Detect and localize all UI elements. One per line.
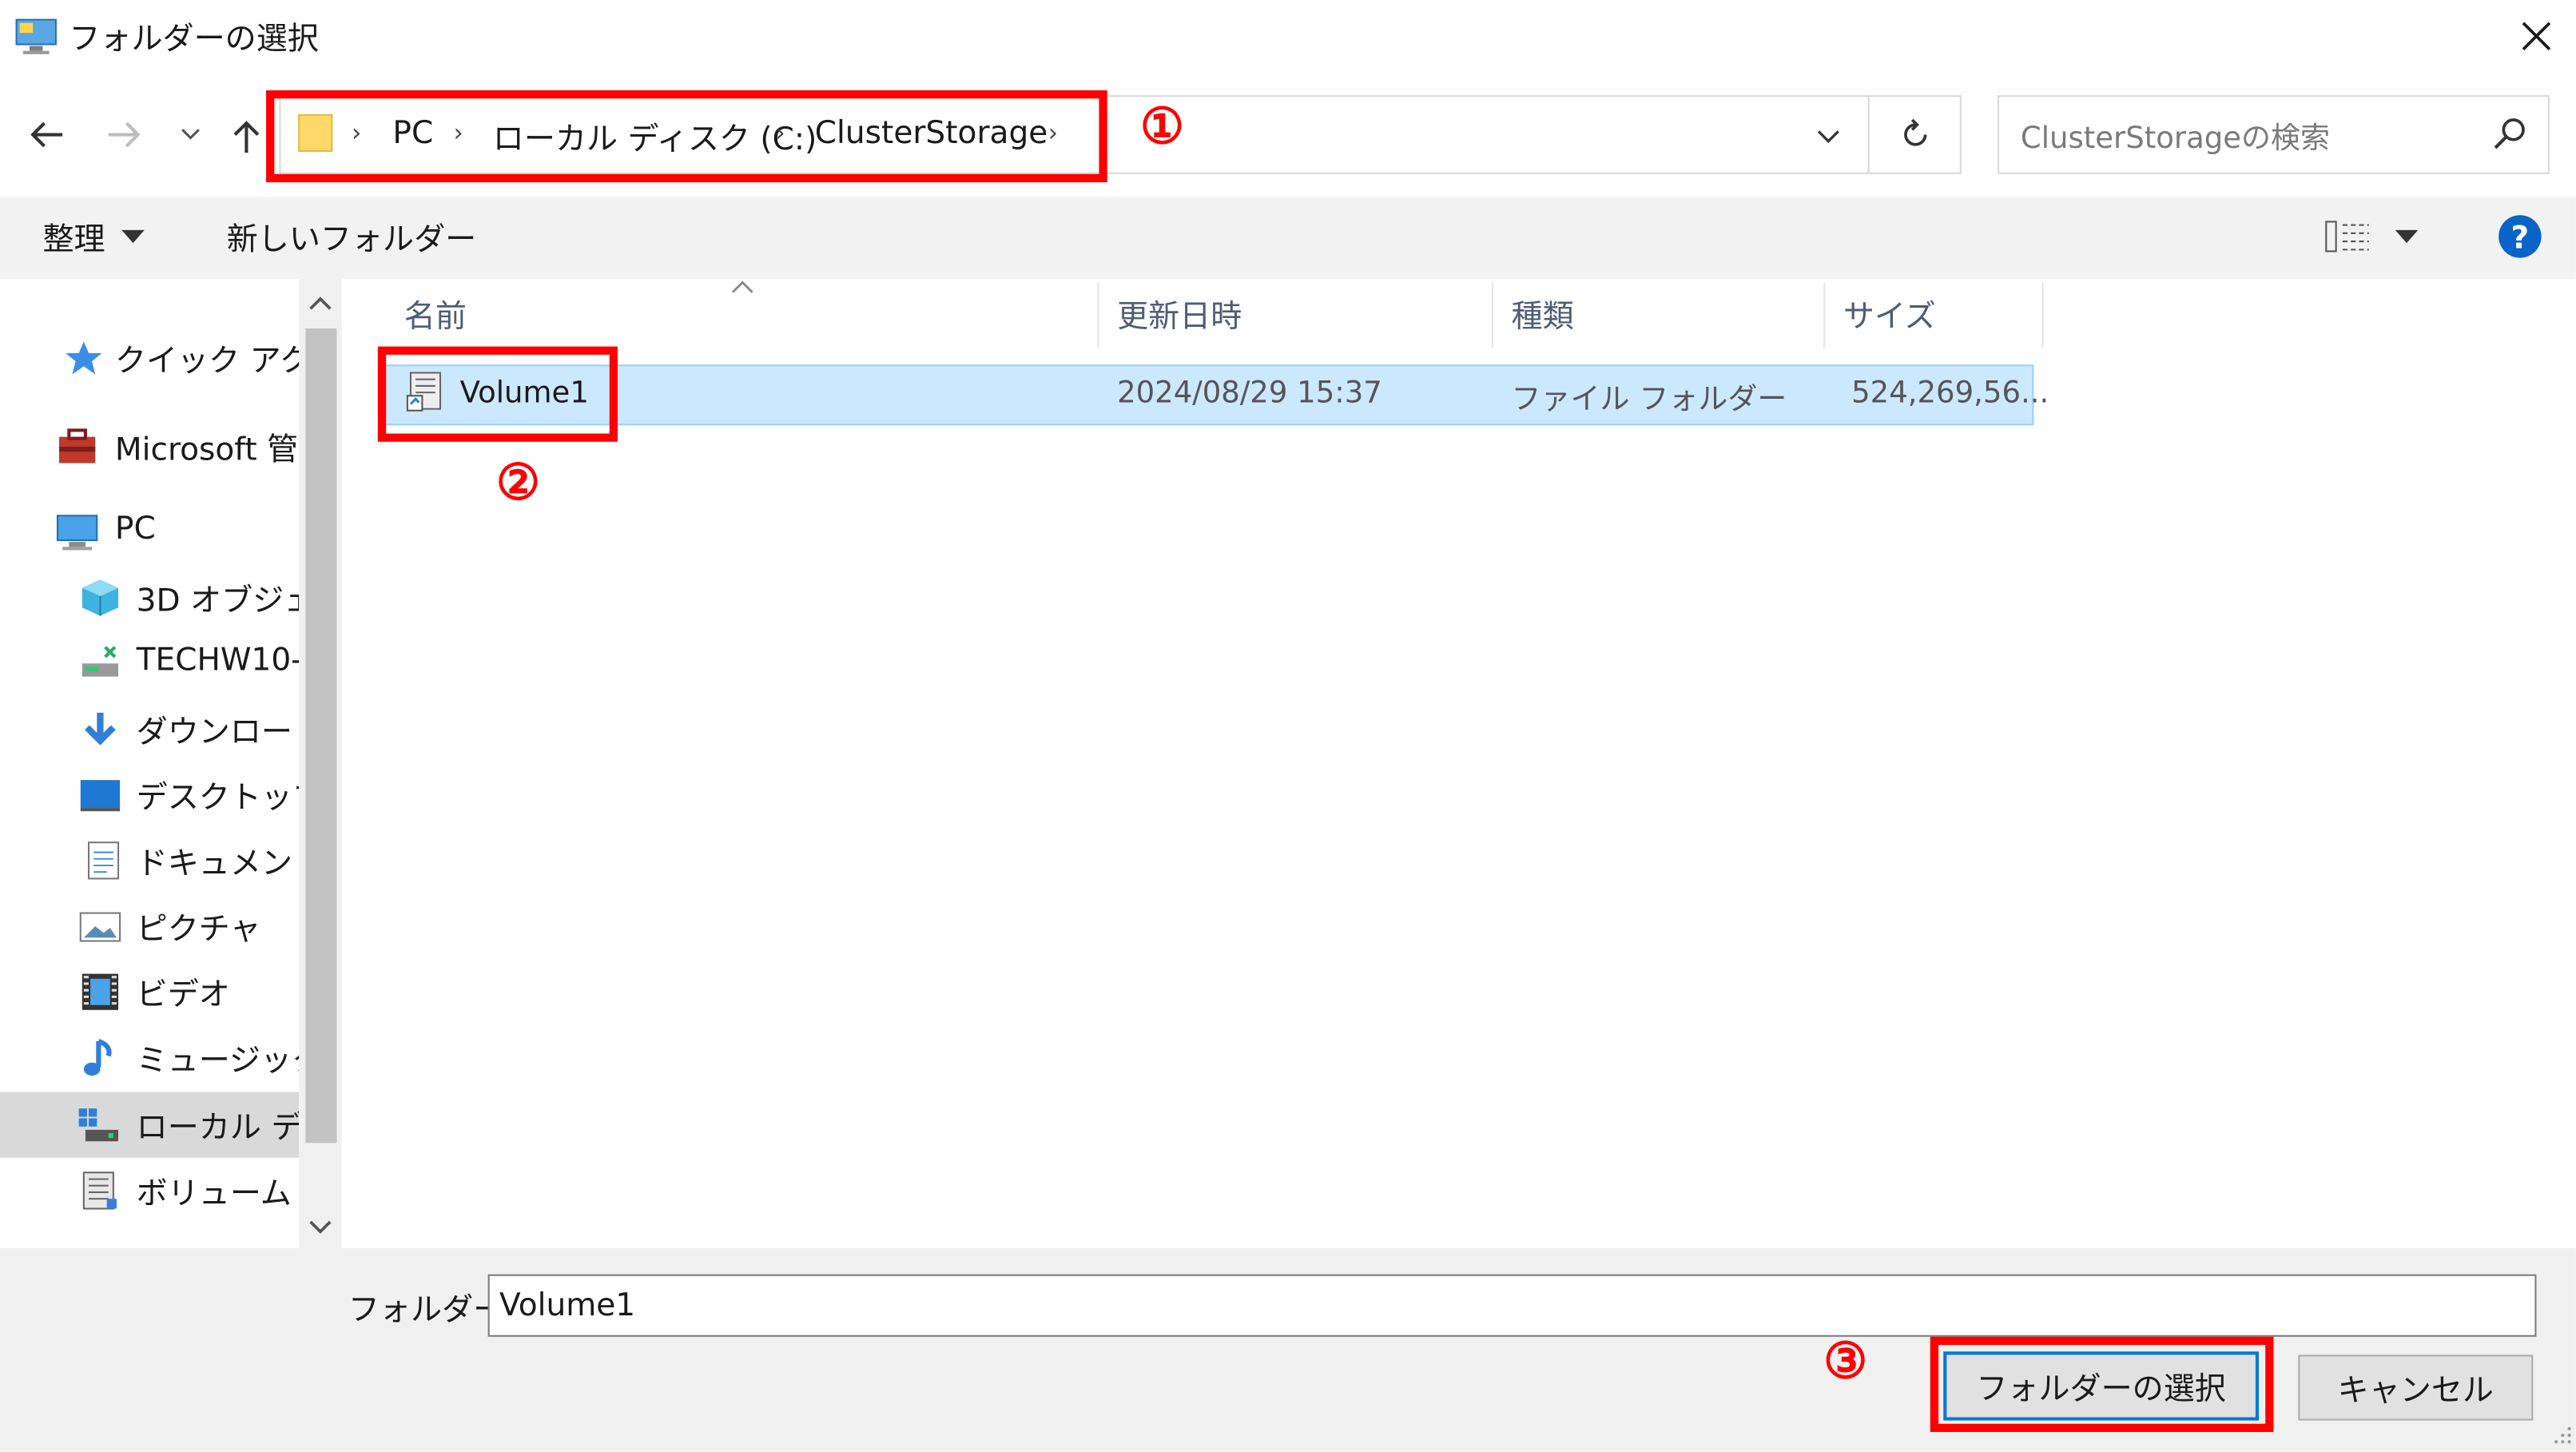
sidebar-item-volume-f[interactable]: ボリューム (F: <box>0 1158 299 1223</box>
chevron-down-icon <box>1817 130 1839 144</box>
sidebar-item-quick-access[interactable]: クイック アクセ <box>0 325 299 391</box>
sidebar-item-label: クイック アクセ <box>114 343 299 380</box>
sidebar-item-pc[interactable]: PC <box>0 499 299 565</box>
row-modified: 2024/08/29 15:37 <box>1117 376 1382 411</box>
sidebar-item-downloads[interactable]: ダウンロード <box>0 696 299 762</box>
annotation-number-2: ② <box>495 455 541 513</box>
chevron-down-icon <box>181 129 200 140</box>
sidebar-item-label: ローカル ディ: <box>136 1110 300 1147</box>
navigation-pane: クイック アクセ Microsoft 管 PC 3D オブジェク TECHW10… <box>0 279 300 1248</box>
annotation-box-select <box>1930 1336 2274 1432</box>
sidebar-item-label: 3D オブジェク <box>136 583 300 619</box>
network-drive-icon <box>81 646 119 677</box>
help-icon[interactable]: ? <box>2497 213 2543 260</box>
column-divider[interactable] <box>1097 282 1099 348</box>
annotation-box-row <box>377 346 618 442</box>
sidebar-item-documents[interactable]: ドキュメント <box>0 828 299 893</box>
view-options-icon[interactable] <box>2323 217 2372 256</box>
window-computer-icon <box>13 17 59 56</box>
volume-icon <box>82 1172 117 1210</box>
search-placeholder[interactable]: ClusterStorageの検索 <box>2021 115 2330 157</box>
recent-locations-button[interactable] <box>171 115 210 154</box>
sidebar-item-music[interactable]: ミュージック <box>0 1024 299 1090</box>
sort-ascending-icon <box>731 280 753 293</box>
column-divider[interactable] <box>1491 282 1493 348</box>
sidebar-item-desktop[interactable]: デスクトップ <box>0 762 299 828</box>
star-icon <box>66 341 102 375</box>
scroll-up-arrow-icon[interactable] <box>309 296 332 312</box>
sidebar-item-label: ダウンロード <box>136 714 300 751</box>
sidebar-item-local-disk[interactable]: ローカル ディ: <box>0 1092 300 1158</box>
forward-button[interactable] <box>98 109 151 161</box>
caret-down-icon[interactable] <box>2395 229 2419 244</box>
toolbox-icon <box>59 428 96 463</box>
scroll-down-arrow-icon[interactable] <box>309 1219 332 1235</box>
picture-icon <box>79 912 121 942</box>
address-history-button[interactable] <box>1807 115 1850 157</box>
sidebar-item-3d-objects[interactable]: 3D オブジェク <box>0 565 299 631</box>
download-icon <box>85 712 116 746</box>
sidebar-item-label: ピクチャ <box>136 911 261 948</box>
refresh-button[interactable] <box>1869 95 1962 174</box>
computer-icon <box>56 515 98 551</box>
sidebar-item-label: TECHW10- <box>136 642 300 678</box>
annotation-number-1: ① <box>1139 98 1185 157</box>
cube-icon <box>81 579 119 616</box>
refresh-icon <box>1903 118 1926 146</box>
back-button[interactable] <box>20 109 73 161</box>
annotation-box-address <box>266 90 1107 183</box>
music-icon <box>83 1038 112 1076</box>
cancel-button[interactable]: キャンセル <box>2298 1355 2534 1421</box>
sidebar-item-label: PC <box>114 511 156 547</box>
sidebar-scrollbar-thumb[interactable] <box>305 328 337 1144</box>
up-button[interactable] <box>224 109 270 165</box>
arrow-right-icon <box>108 121 141 148</box>
column-divider[interactable] <box>2041 282 2044 348</box>
sidebar-item-pictures[interactable]: ピクチャ <box>0 893 299 959</box>
sidebar-item-label: ビデオ <box>136 977 230 1013</box>
sidebar-item-label: ミュージック <box>136 1042 300 1080</box>
video-icon <box>81 973 119 1010</box>
sidebar-item-videos[interactable]: ビデオ <box>0 959 299 1024</box>
resize-grip-icon[interactable] <box>2550 1422 2573 1446</box>
desktop-icon <box>80 780 121 812</box>
search-icon[interactable] <box>2491 115 2530 154</box>
row-size: 524,269,56... <box>1851 376 2049 411</box>
folder-name-input[interactable]: Volume1 <box>487 1274 2537 1337</box>
annotation-number-3: ③ <box>1823 1333 1868 1391</box>
title-bar <box>0 0 2576 76</box>
caret-down-icon <box>121 229 145 244</box>
svg-text:?: ? <box>2511 220 2530 256</box>
row-type: ファイル フォルダー <box>1511 382 1787 417</box>
close-icon <box>2522 22 2551 50</box>
sidebar-item-label: ドキュメント <box>136 845 300 882</box>
organize-button[interactable]: 整理 <box>42 215 105 259</box>
column-divider[interactable] <box>1823 282 1826 348</box>
window-title: フォルダーの選択 <box>69 21 319 58</box>
document-icon <box>87 841 120 880</box>
drive-icon <box>78 1108 119 1142</box>
arrow-left-icon <box>30 121 63 148</box>
sidebar-item-techw10[interactable]: TECHW10- <box>0 631 299 696</box>
column-header-modified[interactable]: 更新日時 <box>1117 292 1242 336</box>
new-folder-button[interactable]: 新しいフォルダー <box>227 215 477 259</box>
arrow-up-icon <box>233 121 260 153</box>
sidebar-item-label: デスクトップ <box>136 780 300 817</box>
column-header-type[interactable]: 種類 <box>1512 292 1574 336</box>
sidebar-item-label: Microsoft 管 <box>114 432 299 468</box>
column-header-size[interactable]: サイズ <box>1843 292 1936 336</box>
folder-picker-dialog: フォルダーの選択 › PC › ローカル ディスク (C:) › Cluster… <box>0 0 2576 1452</box>
sidebar-item-microsoft[interactable]: Microsoft 管 <box>0 414 299 479</box>
close-button[interactable] <box>2497 0 2576 72</box>
sidebar-item-label: ボリューム (F: <box>136 1176 300 1212</box>
column-header-name[interactable]: 名前 <box>404 292 467 336</box>
